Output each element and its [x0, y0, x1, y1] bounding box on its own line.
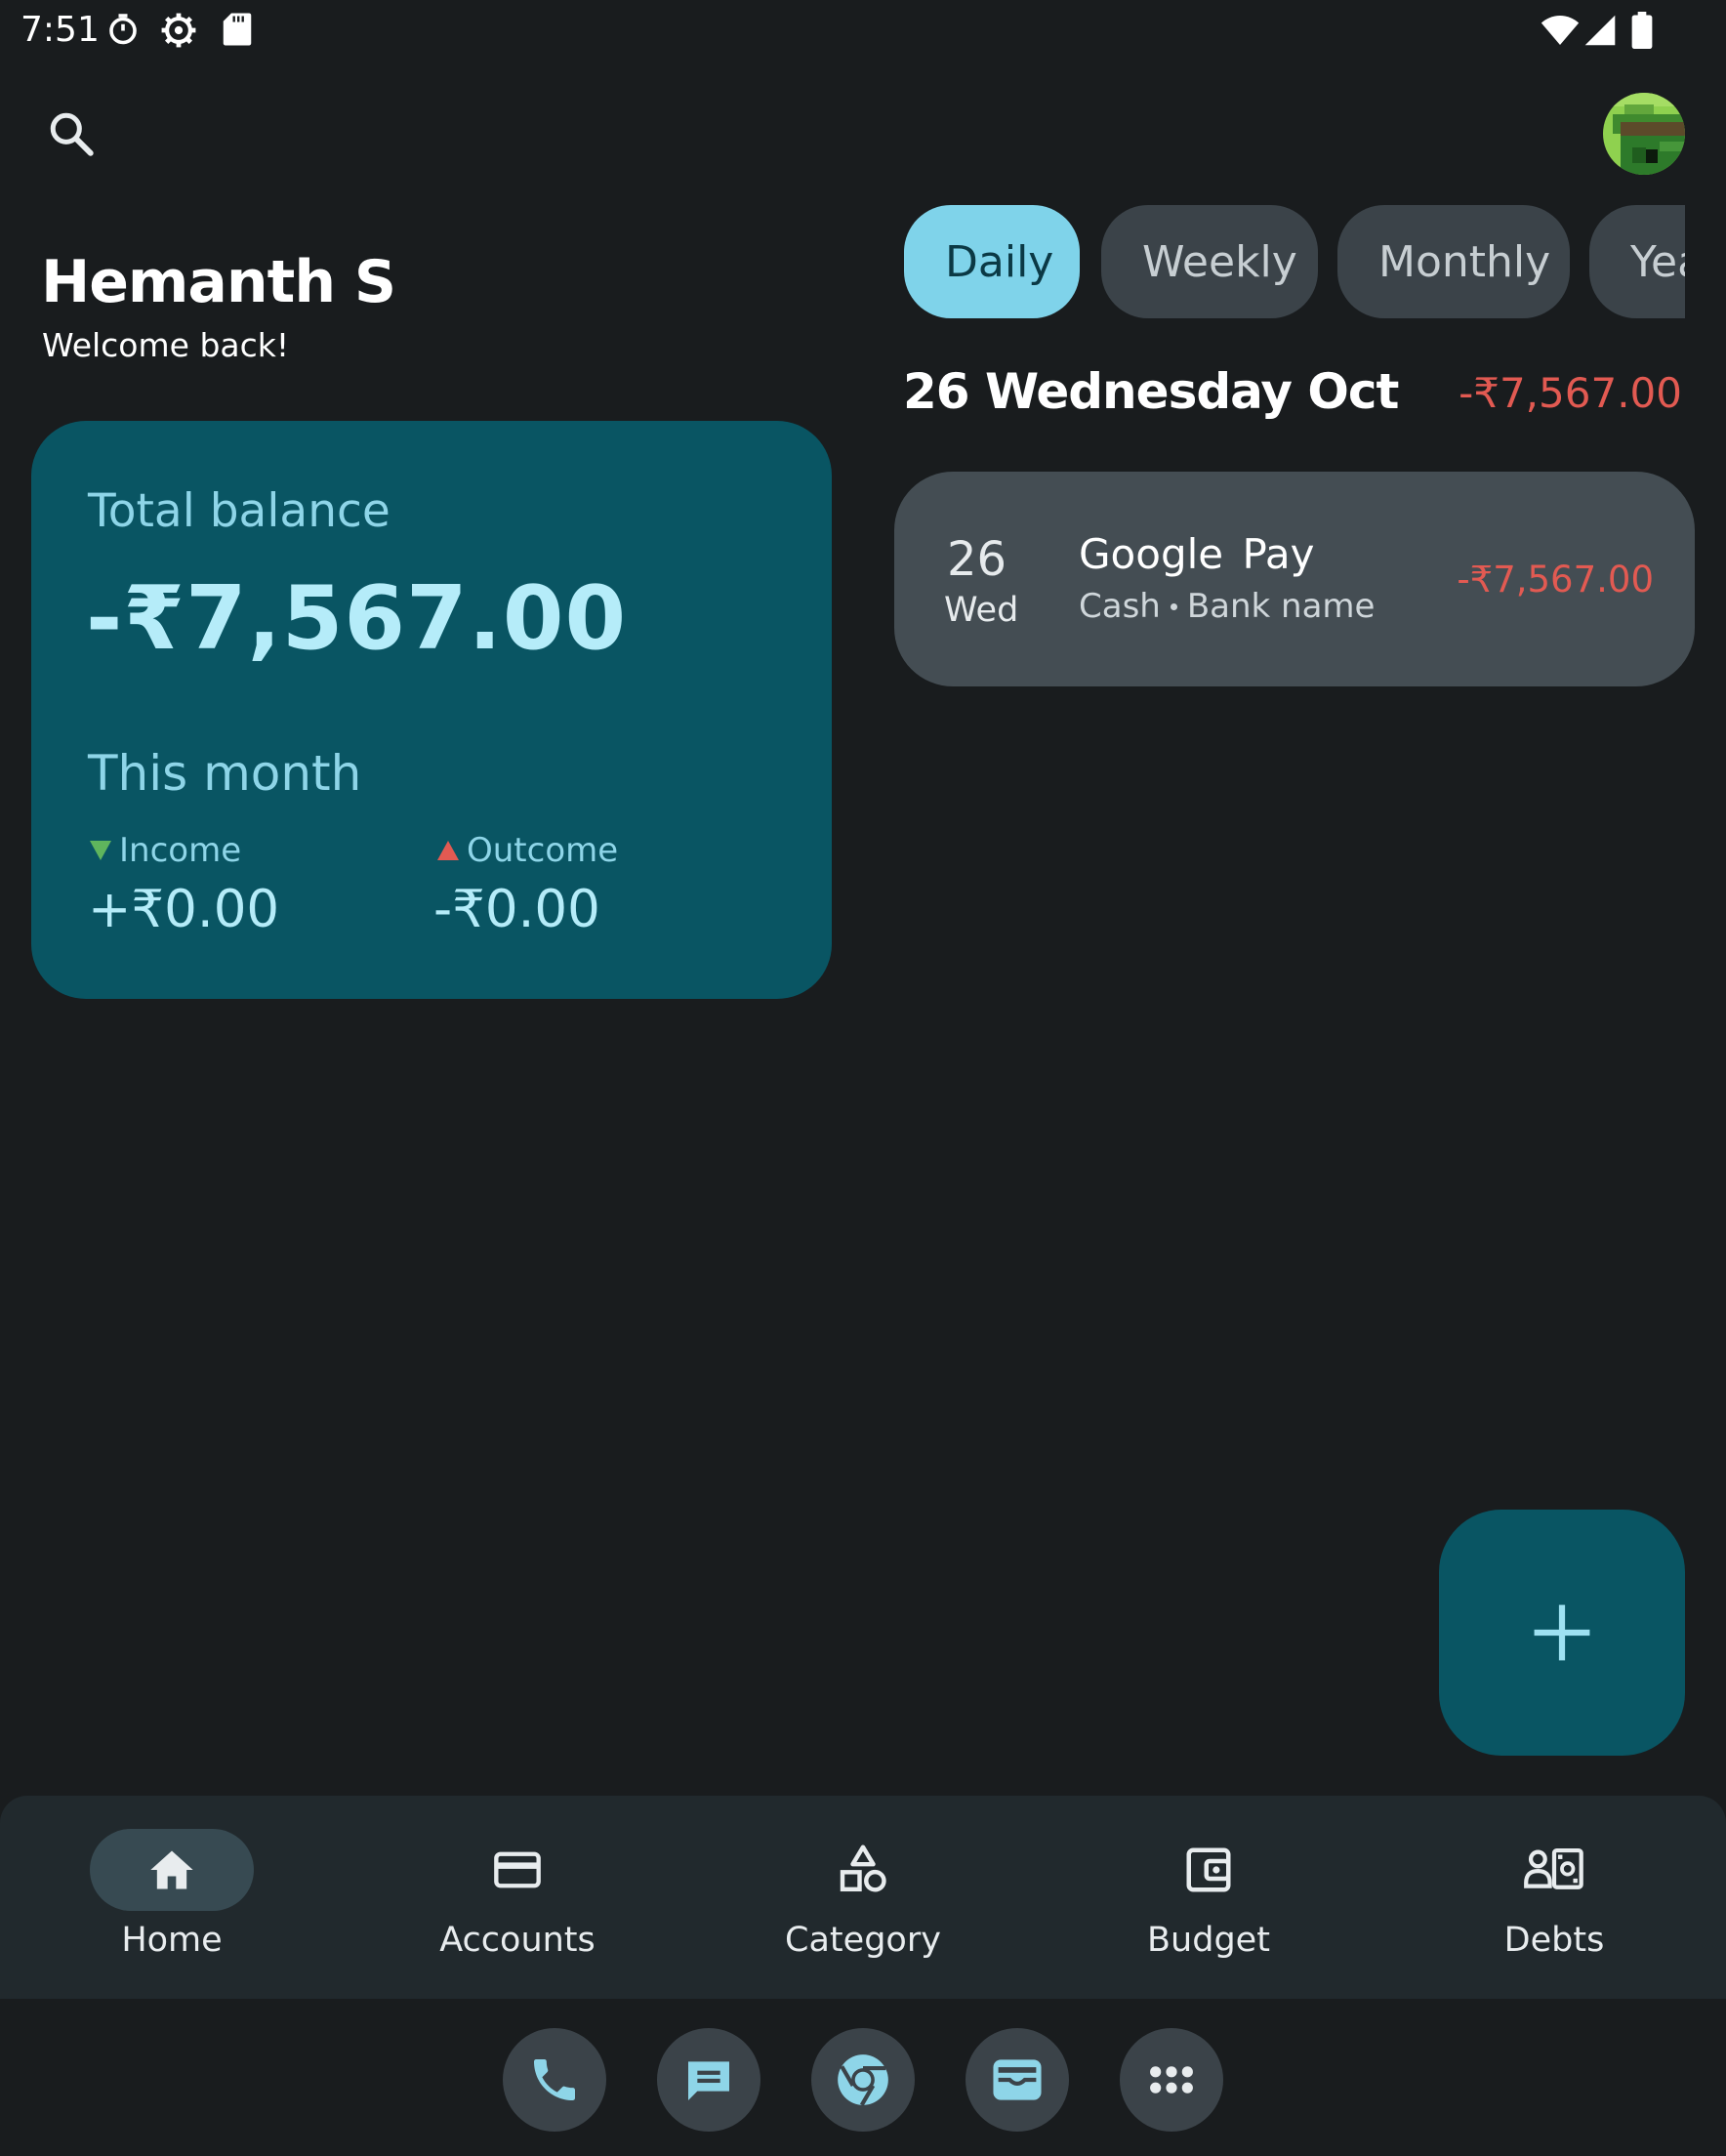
pixel-art-avatar [1603, 93, 1685, 175]
tab-weekly[interactable]: Weekly [1101, 205, 1318, 318]
wifi-icon [1541, 14, 1580, 47]
outcome-label: Outcome [437, 831, 618, 870]
home-icon [150, 1850, 193, 1889]
battery-icon [1631, 12, 1653, 49]
nav-home-indicator [90, 1829, 254, 1911]
transaction-day-name: Wed [944, 591, 1019, 630]
nav-debts[interactable]: Debts [1418, 1796, 1691, 1999]
date-header: 26 Wednesday Oct [903, 363, 1399, 420]
transaction-subtitle: Cash Bank name [1079, 587, 1375, 626]
debts-icon [1524, 1847, 1583, 1889]
welcome-text: Welcome back! [42, 326, 290, 364]
tab-daily[interactable]: Daily [904, 205, 1080, 318]
separator-dot [1170, 602, 1177, 610]
this-month-label: This month [88, 745, 362, 802]
transaction-bank: Bank name [1186, 587, 1376, 626]
dock-app-drawer-button[interactable] [1120, 2028, 1223, 2132]
plus-icon [1534, 1604, 1590, 1661]
bottom-navigation: Home Accounts Category Budget Debts [0, 1796, 1726, 1999]
wallet-app-icon [993, 2059, 1042, 2100]
arrow-down-icon [90, 841, 111, 860]
tab-yearly[interactable]: Yearly [1589, 205, 1685, 318]
chrome-icon [838, 2054, 888, 2106]
sd-card-icon [223, 12, 252, 47]
transaction-title: Google Pay [1079, 530, 1315, 578]
nav-debts-indicator [1472, 1829, 1636, 1911]
nav-home-label: Home [121, 1921, 223, 1960]
tab-monthly[interactable]: Monthly [1337, 205, 1570, 318]
user-name: Hemanth S [41, 248, 396, 316]
credit-card-icon [494, 1851, 541, 1888]
nav-budget-indicator [1127, 1829, 1291, 1911]
nav-category[interactable]: Category [726, 1796, 1000, 1999]
transaction-account: Cash [1079, 587, 1161, 626]
status-bar: 7:51 [0, 0, 1726, 62]
transaction-amount: -₹7,567.00 [1457, 559, 1654, 601]
search-button[interactable] [39, 102, 103, 166]
balance-card[interactable]: Total balance -₹7,567.00 This month Inco… [31, 421, 832, 999]
income-label: Income [90, 831, 241, 870]
wallet-icon [1186, 1847, 1231, 1892]
income-label-text: Income [119, 831, 242, 870]
total-balance-label: Total balance [88, 484, 390, 538]
arrow-up-icon [437, 841, 459, 860]
phone-icon [534, 2059, 575, 2100]
nav-category-label: Category [785, 1921, 941, 1960]
total-balance-amount: -₹7,567.00 [86, 567, 628, 670]
avatar[interactable] [1603, 93, 1685, 175]
settings-gear-icon [160, 12, 197, 49]
nav-accounts-label: Accounts [439, 1921, 596, 1960]
nav-budget-label: Budget [1147, 1921, 1270, 1960]
nav-accounts-indicator [435, 1829, 599, 1911]
nav-home[interactable]: Home [35, 1796, 308, 1999]
timer-icon [105, 12, 141, 47]
outcome-label-text: Outcome [467, 831, 619, 870]
income-value: +₹0.00 [88, 880, 280, 939]
nav-accounts[interactable]: Accounts [381, 1796, 654, 1999]
dock-chrome-button[interactable] [811, 2028, 915, 2132]
app-drawer-icon [1150, 2066, 1193, 2094]
date-total: -₹7,567.00 [1459, 369, 1682, 417]
dock-phone-button[interactable] [503, 2028, 606, 2132]
nav-budget[interactable]: Budget [1072, 1796, 1345, 1999]
nav-debts-label: Debts [1503, 1921, 1605, 1960]
cell-signal-icon [1583, 14, 1617, 47]
category-shapes-icon [840, 1845, 886, 1892]
add-transaction-button[interactable] [1439, 1510, 1685, 1756]
transaction-day-number: 26 [947, 532, 1007, 587]
period-tabs: Daily Weekly Monthly Yearly [904, 205, 1685, 318]
app-dock [0, 1999, 1726, 2156]
messages-icon [688, 2061, 729, 2100]
outcome-value: -₹0.00 [433, 880, 600, 939]
dock-wallet-button[interactable] [966, 2028, 1069, 2132]
search-icon [50, 112, 94, 156]
app-root: 7:51 Hemanth S Welcome back! Total balan… [0, 0, 1726, 2156]
status-time: 7:51 [21, 10, 100, 50]
nav-category-indicator [781, 1829, 945, 1911]
dock-messages-button[interactable] [657, 2028, 760, 2132]
transaction-card[interactable]: 26 Wed Google Pay Cash Bank name -₹7,567… [894, 472, 1695, 686]
